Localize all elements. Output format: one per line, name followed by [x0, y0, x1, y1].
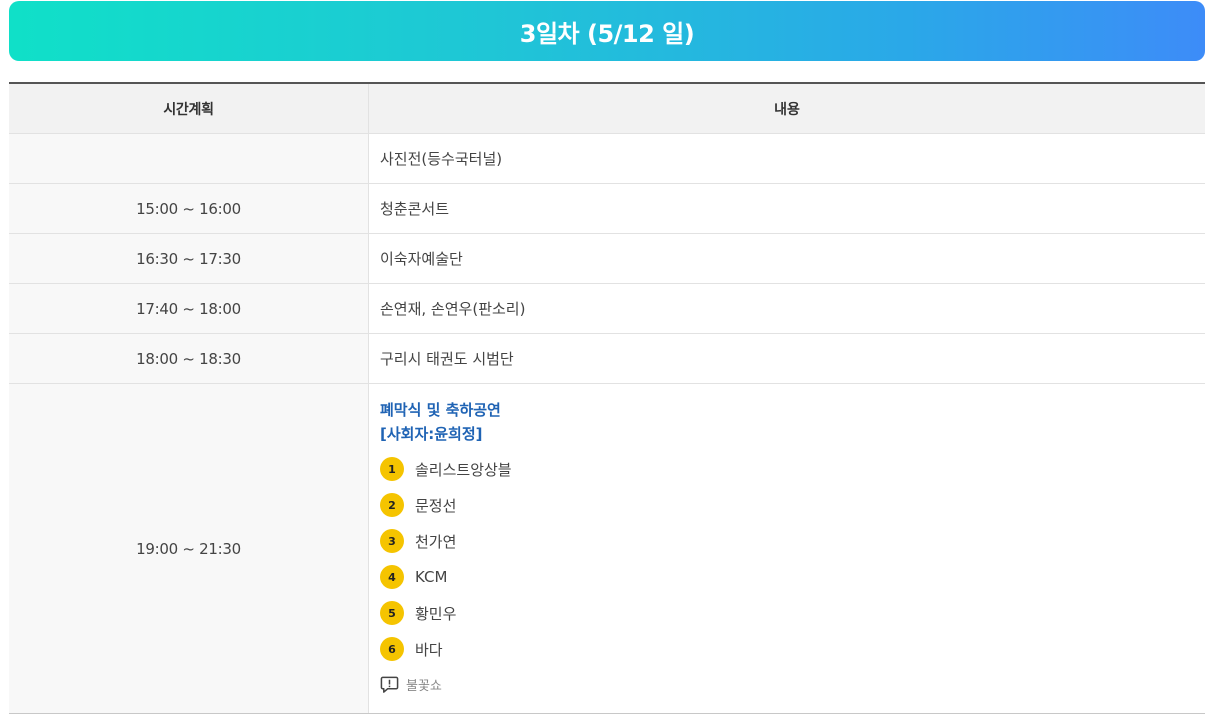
performer-list: 1 솔리스트앙상블 2 문정선 3 천가연 4 KCM 5 황민우 6 바다 [380, 451, 512, 667]
number-badge: 6 [380, 637, 404, 661]
time-cell [9, 134, 369, 183]
closing-ceremony-row: 19:00 ~ 21:30 폐막식 및 축하공연 [사회자:윤희정] 1 솔리스… [9, 384, 1205, 713]
note-text: 불꽃쇼 [406, 679, 442, 694]
table-row: 15:00 ~ 16:00 청춘콘서트 [9, 184, 1205, 234]
performer-name: 바다 [415, 640, 443, 659]
content-cell: 구리시 태권도 시범단 [380, 350, 514, 368]
day-title: 3일차 (5/12 일) [519, 19, 695, 48]
content-cell: 사진전(등수국터널) [380, 150, 503, 168]
closing-content-cell: 폐막식 및 축하공연 [사회자:윤희정] 1 솔리스트앙상블 2 문정선 3 천… [369, 384, 1205, 713]
table-row: 17:40 ~ 18:00 손연재, 손연우(판소리) [9, 284, 1205, 334]
number-badge: 1 [380, 457, 404, 481]
time-cell: 15:00 ~ 16:00 [9, 184, 369, 233]
table-row: 16:30 ~ 17:30 이숙자예술단 [9, 234, 1205, 284]
speech-bubble-alert-icon [380, 676, 399, 693]
time-cell: 16:30 ~ 17:30 [9, 234, 369, 283]
list-item: 2 문정선 [380, 487, 512, 523]
time-cell: 17:40 ~ 18:00 [9, 284, 369, 333]
list-item: 6 바다 [380, 631, 512, 667]
number-badge: 5 [380, 601, 404, 625]
content-cell: 손연재, 손연우(판소리) [380, 300, 526, 318]
content-cell: 이숙자예술단 [380, 250, 463, 268]
time-cell: 19:00 ~ 21:30 [9, 384, 369, 713]
time-cell: 18:00 ~ 18:30 [9, 334, 369, 383]
performer-name: 솔리스트앙상블 [415, 460, 512, 479]
list-item: 1 솔리스트앙상블 [380, 451, 512, 487]
number-badge: 3 [380, 529, 404, 553]
header-content: 내용 [774, 101, 800, 118]
table-row: 18:00 ~ 18:30 구리시 태권도 시범단 [9, 334, 1205, 384]
performer-name: 황민우 [415, 604, 457, 623]
day-banner: 3일차 (5/12 일) [9, 1, 1205, 61]
table-header-row: 시간계획 내용 [9, 84, 1205, 134]
closing-title: 폐막식 및 축하공연 [380, 401, 501, 419]
table-row: 사진전(등수국터널) [9, 134, 1205, 184]
schedule-table: 시간계획 내용 사진전(등수국터널) 15:00 ~ 16:00 청춘콘서트 1… [9, 82, 1205, 714]
performer-name: 문정선 [415, 496, 457, 515]
list-item: 5 황민우 [380, 595, 512, 631]
fireworks-note: 불꽃쇼 [380, 675, 442, 694]
performer-name: 천가연 [415, 532, 457, 551]
list-item: 3 천가연 [380, 523, 512, 559]
performer-name: KCM [415, 568, 448, 586]
number-badge: 2 [380, 493, 404, 517]
list-item: 4 KCM [380, 559, 512, 595]
header-time: 시간계획 [9, 84, 369, 133]
content-cell: 청춘콘서트 [380, 200, 450, 218]
host-label: [사회자:윤희정] [380, 425, 483, 443]
number-badge: 4 [380, 565, 404, 589]
